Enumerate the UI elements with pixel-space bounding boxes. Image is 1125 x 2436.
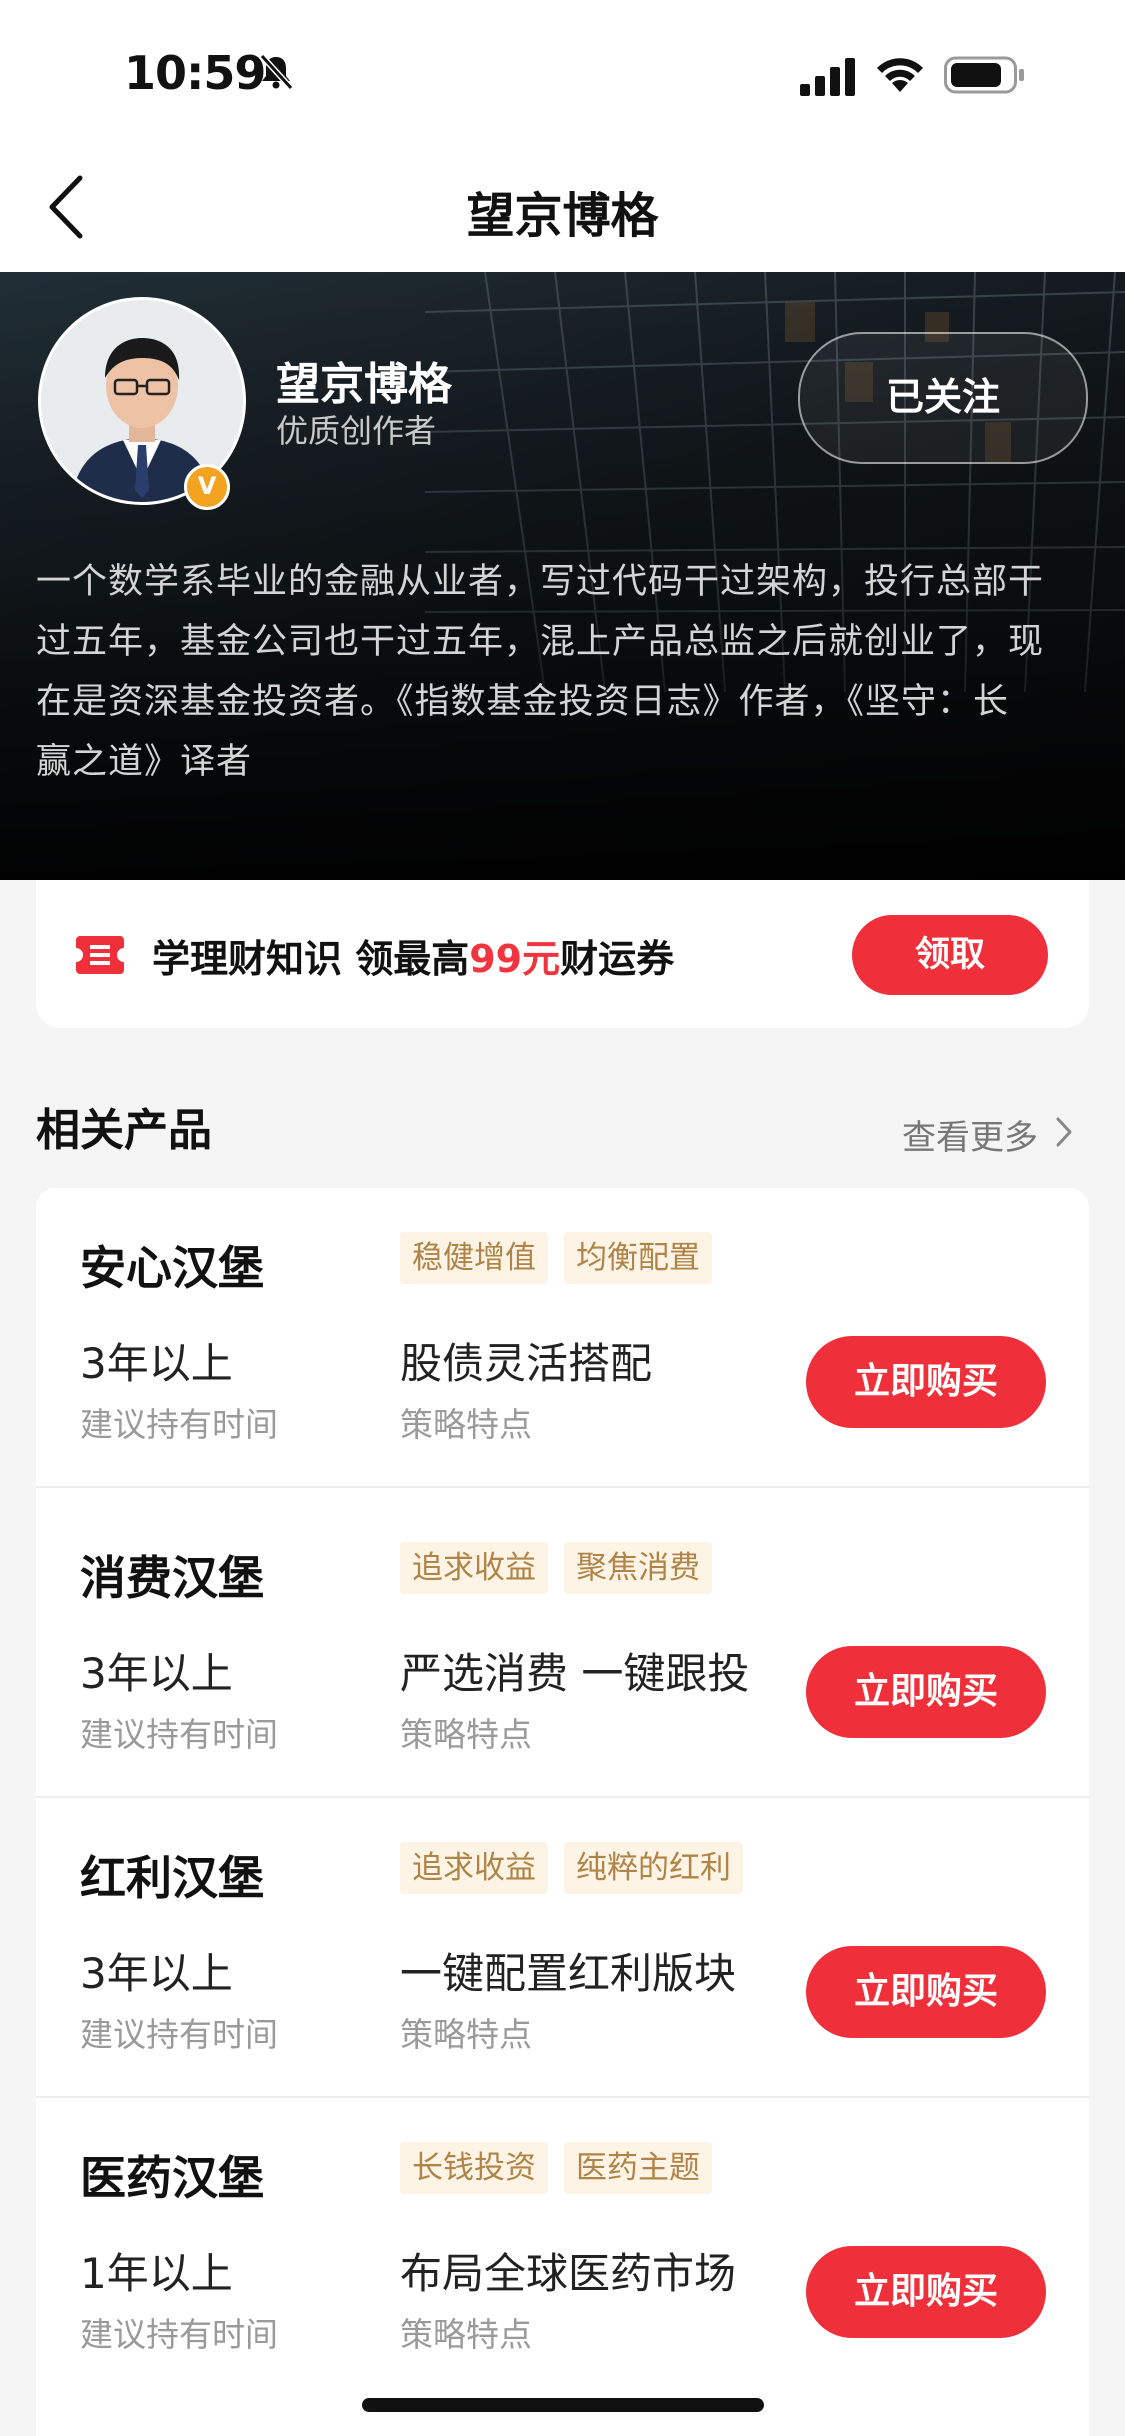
profile-bio: 一个数学系毕业的金融从业者，写过代码干过架构，投行总部干 过五年，基金公司也干过…: [36, 562, 1045, 782]
page-title: 望京博格: [466, 188, 659, 244]
profile-header: V 望京博格 优质创作者 已关注 一个数学系毕业的金融从业者，写过代码干过架构，…: [0, 272, 1125, 880]
view-more-link[interactable]: 查看更多: [902, 1110, 1038, 1159]
top-bar: 10:59 望京博格: [0, 0, 1125, 272]
product-name: 消费汉堡: [80, 1551, 264, 1605]
cellular-signal-icon: [800, 58, 855, 96]
bell-slash-icon: [259, 53, 294, 91]
product-item[interactable]: 红利汉堡 追求收益 纯粹的红利 3年以上 建议持有时间 一键配置红利版块 策略特…: [36, 1798, 1089, 2098]
strategy-value: 一键配置红利版块: [400, 1949, 737, 1998]
follow-button[interactable]: 已关注: [798, 332, 1088, 464]
verified-badge: V: [184, 464, 230, 510]
buy-button[interactable]: 立即购买: [806, 1646, 1046, 1738]
strategy-value: 股债灵活搭配: [400, 1339, 653, 1388]
product-tag: 聚焦消费: [564, 1542, 712, 1594]
chevron-right-icon[interactable]: [1054, 1116, 1074, 1148]
home-indicator[interactable]: [362, 2398, 764, 2412]
strategy-value: 严选消费 一键跟投: [400, 1649, 750, 1698]
status-time: 10:59: [124, 46, 266, 100]
strategy-value: 布局全球医药市场: [400, 2249, 737, 2298]
hold-period-label: 建议持有时间: [80, 1405, 278, 1444]
strategy-label: 策略特点: [400, 2015, 532, 2054]
strategy-label: 策略特点: [400, 2315, 532, 2354]
buy-button[interactable]: 立即购买: [806, 1336, 1046, 1428]
product-name: 医药汉堡: [80, 2151, 264, 2205]
hold-period-label: 建议持有时间: [80, 1715, 278, 1754]
product-tag: 长钱投资: [400, 2142, 548, 2194]
strategy-label: 策略特点: [400, 1715, 532, 1754]
product-item[interactable]: 医药汉堡 长钱投资 医药主题 1年以上 建议持有时间 布局全球医药市场 策略特点…: [36, 2098, 1089, 2398]
coupon-amount: 99元: [469, 937, 561, 981]
hold-period-label: 建议持有时间: [80, 2015, 278, 2054]
product-tag: 追求收益: [400, 1542, 548, 1594]
hold-period-value: 3年以上: [80, 1339, 233, 1388]
coupon-ticket-icon: [76, 936, 124, 974]
product-name: 红利汉堡: [80, 1851, 264, 1905]
coupon-text: 学理财知识 领最高99元财运券: [152, 937, 675, 981]
wifi-icon: [877, 58, 923, 92]
product-tag: 追求收益: [400, 1842, 548, 1894]
profile-name: 望京博格: [276, 359, 452, 410]
hold-period-label: 建议持有时间: [80, 2315, 278, 2354]
product-item[interactable]: 安心汉堡 稳健增值 均衡配置 3年以上 建议持有时间 股债灵活搭配 策略特点 立…: [36, 1188, 1089, 1488]
buy-button[interactable]: 立即购买: [806, 2246, 1046, 2338]
coupon-banner: 学理财知识 领最高99元财运券 领取: [36, 880, 1089, 1028]
product-tag: 纯粹的红利: [564, 1842, 743, 1894]
product-list: 安心汉堡 稳健增值 均衡配置 3年以上 建议持有时间 股债灵活搭配 策略特点 立…: [36, 1188, 1089, 2436]
section-title: 相关产品: [36, 1105, 212, 1156]
product-tag: 医药主题: [564, 2142, 712, 2194]
product-tag: 均衡配置: [564, 1232, 712, 1284]
profile-subtitle: 优质创作者: [276, 412, 437, 450]
buy-button[interactable]: 立即购买: [806, 1946, 1046, 2038]
strategy-label: 策略特点: [400, 1405, 532, 1444]
claim-coupon-button[interactable]: 领取: [852, 915, 1048, 995]
hold-period-value: 3年以上: [80, 1649, 233, 1698]
product-name: 安心汉堡: [80, 1241, 264, 1295]
product-item[interactable]: 消费汉堡 追求收益 聚焦消费 3年以上 建议持有时间 严选消费 一键跟投 策略特…: [36, 1498, 1089, 1798]
battery-icon: [944, 56, 1024, 94]
hold-period-value: 1年以上: [80, 2249, 233, 2298]
product-tag: 稳健增值: [400, 1232, 548, 1284]
hold-period-value: 3年以上: [80, 1949, 233, 1998]
